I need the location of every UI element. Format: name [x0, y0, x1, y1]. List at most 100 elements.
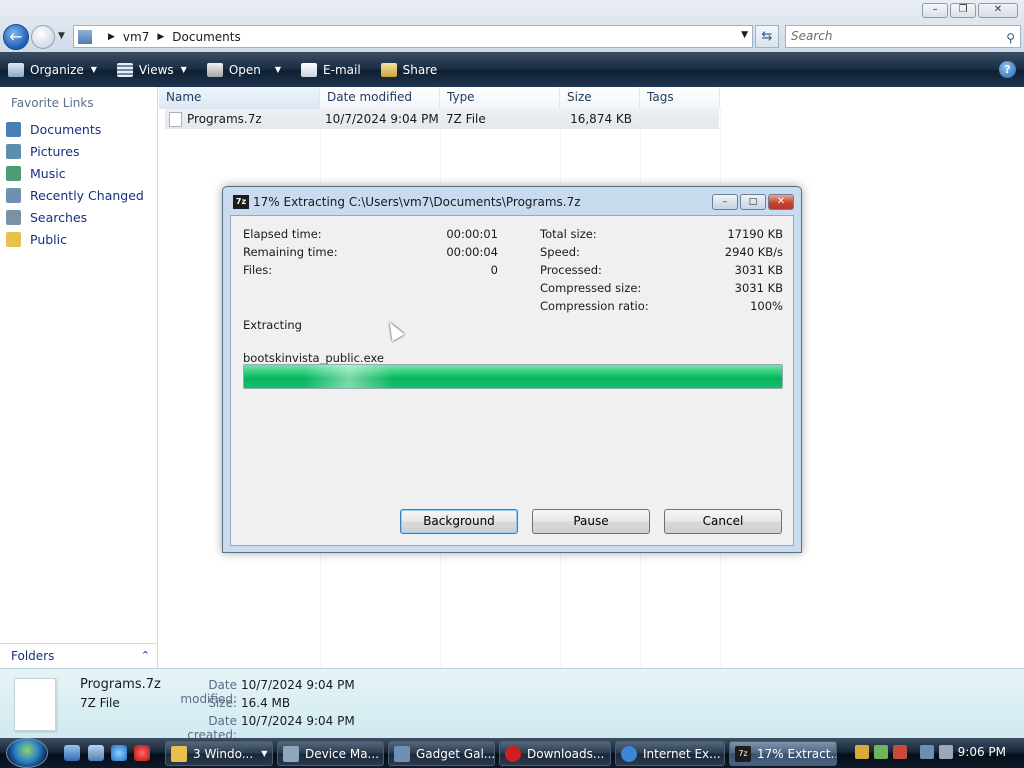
pause-button[interactable]: Pause	[532, 509, 650, 534]
start-button[interactable]	[6, 738, 48, 768]
current-file-name: bootskinvista_public.exe	[243, 351, 384, 365]
stat-label: Files:	[243, 263, 273, 277]
extract-progress-bar	[243, 364, 783, 389]
favorite-link-label: Pictures	[30, 143, 80, 159]
public-folder-icon	[6, 231, 21, 247]
taskbar-button-device-manager[interactable]: Device Ma...	[277, 741, 384, 766]
forward-button[interactable]	[31, 25, 55, 49]
breadcrumb-vm7[interactable]: vm7	[123, 30, 149, 44]
stat-label: Total size:	[540, 227, 597, 241]
recent-pages-dropdown[interactable]: ▼	[58, 31, 65, 41]
chevron-right-icon[interactable]: ▶	[157, 32, 164, 42]
security-shield-icon[interactable]	[855, 745, 869, 759]
task-label: Downloads...	[527, 746, 605, 761]
share-label: Share	[402, 62, 438, 77]
taskbar-button-explorer[interactable]: 3 Windo... ▼	[165, 741, 273, 766]
favorite-link-public[interactable]: Public	[6, 228, 144, 250]
column-header-date-modified[interactable]: Date modified	[320, 87, 440, 109]
file-row[interactable]: Programs.7z 10/7/2024 9:04 PM 7Z File 16…	[165, 109, 719, 129]
dialog-title: 17% Extracting C:\Users\vm7\Documents\Pr…	[253, 195, 581, 209]
open-button[interactable]: Open ▼	[206, 62, 281, 77]
column-headers: Name Date modified Type Size Tags	[159, 87, 720, 109]
task-label: Device Ma...	[305, 746, 380, 761]
folders-toggle[interactable]: Folders ⌃	[0, 643, 158, 668]
stat-compression-ratio: Compression ratio: 100%	[540, 299, 783, 313]
chevron-down-icon: ▼	[261, 749, 268, 758]
views-button[interactable]: Views ▼	[116, 62, 187, 77]
organize-button[interactable]: Organize ▼	[8, 62, 97, 77]
address-dropdown[interactable]: ▼	[741, 30, 748, 40]
details-value: 16.4 MB	[241, 696, 291, 710]
taskbar-button-7zip[interactable]: 7z 17% Extract...	[729, 741, 837, 766]
email-label: E-mail	[323, 62, 361, 77]
stat-speed: Speed: 2940 KB/s	[540, 245, 783, 259]
favorite-link-label: Recently Changed	[30, 187, 144, 203]
dialog-minimize-button[interactable]: –	[712, 194, 738, 210]
stat-elapsed-time: Elapsed time: 00:00:01	[243, 227, 498, 241]
share-button[interactable]: Share	[380, 62, 438, 77]
background-button[interactable]: Background	[400, 509, 518, 534]
email-icon	[301, 62, 318, 77]
breadcrumb-documents[interactable]: Documents	[172, 30, 240, 44]
help-icon[interactable]: ?	[999, 61, 1016, 78]
minimize-button[interactable]: –	[922, 3, 948, 18]
column-header-tags[interactable]: Tags	[640, 87, 720, 109]
stat-label: Speed:	[540, 245, 580, 259]
favorite-link-label: Music	[30, 165, 66, 181]
favorite-link-documents[interactable]: Documents	[6, 118, 144, 140]
favorite-link-music[interactable]: Music	[6, 162, 144, 184]
favorite-link-pictures[interactable]: Pictures	[6, 140, 144, 162]
dialog-maximize-button[interactable]: □	[740, 194, 766, 210]
favorite-links-title: Favorite Links	[11, 96, 94, 110]
email-button[interactable]: E-mail	[301, 62, 361, 77]
defender-icon[interactable]	[874, 745, 888, 759]
address-row: ← ▼ ▶ vm7 ▶ Documents ▼ ⇆ Search ⚲	[0, 22, 1024, 52]
stat-total-size: Total size: 17190 KB	[540, 227, 783, 241]
taskbar-button-gadget-gallery[interactable]: Gadget Gal...	[388, 741, 495, 766]
favorite-link-label: Documents	[30, 121, 102, 137]
network-icon[interactable]	[920, 745, 934, 759]
switch-windows-icon[interactable]	[88, 745, 104, 761]
close-button[interactable]: ✕	[978, 3, 1018, 18]
search-input[interactable]: Search ⚲	[785, 25, 1021, 48]
stat-label: Remaining time:	[243, 245, 338, 259]
favorite-link-searches[interactable]: Searches	[6, 206, 144, 228]
favorite-link-recently-changed[interactable]: Recently Changed	[6, 184, 144, 206]
taskbar-button-internet-explorer[interactable]: Internet Ex...	[615, 741, 725, 766]
file-name: Programs.7z	[187, 112, 262, 126]
opera-icon	[505, 745, 521, 762]
favorite-link-label: Public	[30, 231, 67, 247]
command-toolbar: Organize ▼ Views ▼ Open ▼ E-mail Share ?	[0, 52, 1024, 87]
refresh-button[interactable]: ⇆	[755, 25, 779, 48]
opera-quicklaunch-icon[interactable]	[134, 745, 150, 761]
volume-icon[interactable]	[939, 745, 953, 759]
stat-value: 100%	[750, 299, 783, 313]
stat-files: Files: 0	[243, 263, 498, 277]
organize-label: Organize	[30, 62, 84, 77]
stat-label: Processed:	[540, 263, 602, 277]
maximize-button[interactable]: ❐	[950, 3, 976, 18]
stat-remaining-time: Remaining time: 00:00:04	[243, 245, 498, 259]
warning-icon[interactable]	[893, 745, 907, 759]
show-desktop-icon[interactable]	[64, 745, 80, 761]
share-icon	[380, 62, 397, 77]
back-button[interactable]: ←	[3, 24, 29, 50]
cancel-button[interactable]: Cancel	[664, 509, 782, 534]
column-header-size[interactable]: Size	[560, 87, 640, 109]
details-label: Size:	[208, 696, 237, 710]
dialog-close-button[interactable]: ✕	[768, 194, 794, 210]
stat-value: 3031 KB	[734, 263, 783, 277]
column-header-name[interactable]: Name	[159, 87, 320, 109]
music-icon	[6, 165, 21, 181]
taskbar-button-opera-downloads[interactable]: Downloads...	[499, 741, 611, 766]
taskbar: 3 Windo... ▼ Device Ma... Gadget Gal... …	[0, 738, 1024, 768]
column-header-type[interactable]: Type	[440, 87, 560, 109]
search-icon[interactable]: ⚲	[1006, 28, 1015, 49]
taskbar-clock[interactable]: 9:06 PM	[958, 745, 1006, 759]
stat-value: 00:00:04	[446, 245, 498, 259]
chevron-down-icon[interactable]: ▼	[275, 65, 281, 74]
details-size: Size: 16.4 MB	[155, 696, 290, 710]
internet-explorer-quicklaunch-icon[interactable]	[111, 745, 127, 761]
chevron-right-icon[interactable]: ▶	[108, 32, 115, 42]
address-bar[interactable]: ▶ vm7 ▶ Documents ▼	[73, 25, 753, 48]
